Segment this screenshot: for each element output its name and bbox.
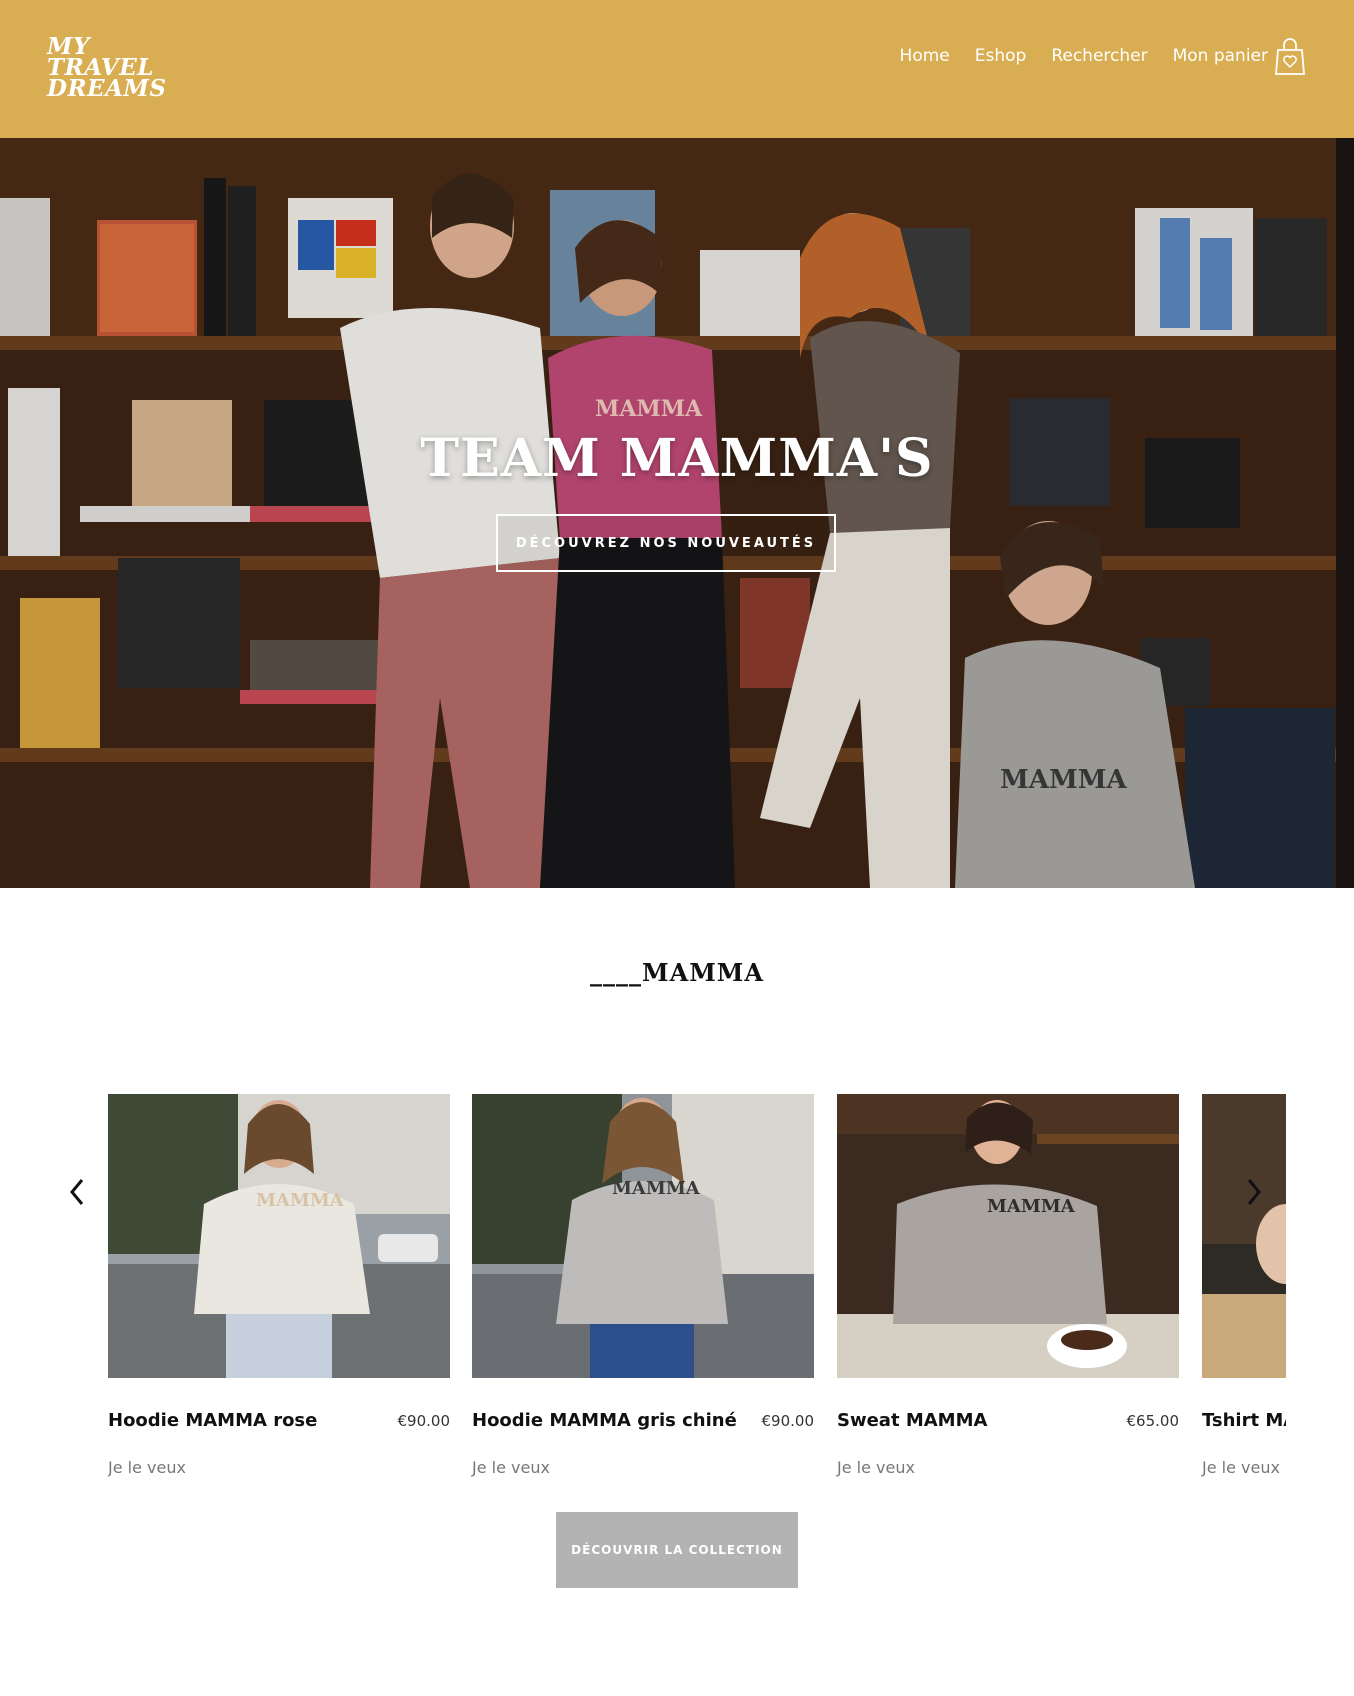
hero-banner: MAMMA MAMMA TEAM MAMMA'S DÉCOUVREZ NOS N… bbox=[0, 138, 1354, 888]
main-nav: Home Eshop Rechercher Mon panier bbox=[875, 36, 1306, 76]
section-title: ____MAMMA bbox=[590, 958, 764, 987]
product-image[interactable]: MAMMA bbox=[472, 1094, 814, 1378]
nav-home[interactable]: Home bbox=[900, 46, 950, 66]
discover-new-arrivals-button[interactable]: DÉCOUVREZ NOS NOUVEAUTÉS bbox=[496, 514, 836, 572]
product-card[interactable]: MAMMA Hoodie MAMMA gris chiné €90.00 Je … bbox=[472, 1094, 814, 1477]
site-header: MY TRAVEL DREAMS Home Eshop Rechercher M… bbox=[0, 0, 1354, 138]
product-name[interactable]: Hoodie MAMMA rose bbox=[108, 1410, 317, 1431]
logo-line-3: DREAMS bbox=[47, 75, 167, 102]
product-name[interactable]: Tshirt MAMMA bbox=[1202, 1410, 1286, 1431]
product-card[interactable]: Tshirt MAMMA Je le veux bbox=[1202, 1094, 1286, 1477]
hero-title: TEAM MAMMA'S bbox=[420, 428, 934, 489]
product-image[interactable]: MAMMA bbox=[837, 1094, 1179, 1378]
product-name[interactable]: Sweat MAMMA bbox=[837, 1410, 987, 1431]
svg-text:MAMMA: MAMMA bbox=[256, 1190, 345, 1211]
buy-link[interactable]: Je le veux bbox=[837, 1458, 915, 1477]
buy-link[interactable]: Je le veux bbox=[472, 1458, 550, 1477]
nav-search[interactable]: Rechercher bbox=[1051, 46, 1147, 66]
product-carousel: MAMMA Hoodie MAMMA rose €90.00 Je le veu… bbox=[108, 1094, 1286, 1484]
nav-eshop[interactable]: Eshop bbox=[975, 46, 1027, 66]
svg-text:MAMMA: MAMMA bbox=[987, 1196, 1076, 1217]
buy-link[interactable]: Je le veux bbox=[1202, 1458, 1280, 1477]
product-card[interactable]: MAMMA Sweat MAMMA €65.00 Je le veux bbox=[837, 1094, 1179, 1477]
buy-link[interactable]: Je le veux bbox=[108, 1458, 186, 1477]
product-name[interactable]: Hoodie MAMMA gris chiné bbox=[472, 1410, 737, 1431]
product-price: €65.00 bbox=[1126, 1412, 1180, 1430]
product-image[interactable] bbox=[1202, 1094, 1286, 1378]
discover-collection-button[interactable]: DÉCOUVRIR LA COLLECTION bbox=[556, 1512, 798, 1588]
nav-cart[interactable]: Mon panier bbox=[1173, 46, 1268, 66]
product-card[interactable]: MAMMA Hoodie MAMMA rose €90.00 Je le veu… bbox=[108, 1094, 450, 1477]
hero-overlay bbox=[0, 138, 1354, 888]
site-logo[interactable]: MY TRAVEL DREAMS bbox=[47, 35, 197, 102]
product-price: €90.00 bbox=[397, 1412, 451, 1430]
chevron-left-icon[interactable] bbox=[66, 1172, 88, 1212]
svg-text:MAMMA: MAMMA bbox=[612, 1178, 701, 1199]
product-image[interactable]: MAMMA bbox=[108, 1094, 450, 1378]
chevron-right-icon[interactable] bbox=[1243, 1172, 1265, 1212]
shopping-bag-icon[interactable] bbox=[1274, 36, 1306, 76]
product-price: €90.00 bbox=[761, 1412, 815, 1430]
